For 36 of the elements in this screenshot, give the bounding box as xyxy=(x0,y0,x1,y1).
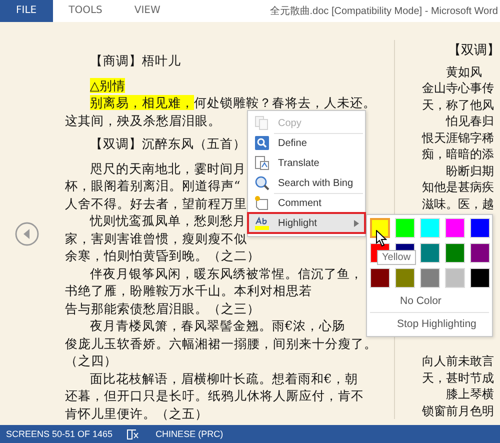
text-line: 怕见春归 xyxy=(444,113,494,130)
window-title: 全元散曲.doc [Compatibility Mode] - Microsoft Word xyxy=(270,4,499,18)
text-line: 夜月青楼凤箫，春风翠髻金翘。雨€浓，心肠 xyxy=(88,317,345,334)
text-line: 恨天涯锦字稀 xyxy=(422,130,494,146)
text-line: 锁窗前月色明 xyxy=(422,402,494,419)
text-line: 这其间，殃及杀愁眉泪眼。 xyxy=(64,112,221,129)
page-count: SCREENS 50-51 OF 1465 xyxy=(6,429,113,439)
text-line: 伴夜月银筝风闲，暖东风绣被常惺。信沉了鱼， xyxy=(88,264,363,282)
text-line: （之四） xyxy=(64,352,117,370)
text-line: 天，称了他风 xyxy=(422,96,494,113)
text-line: 盼断归期 xyxy=(445,162,494,179)
text-line: 咫尺的天南地北，霎时间月 xyxy=(88,160,246,177)
text-line: 告与那能索债愁眉泪眼。（之三） xyxy=(64,300,260,317)
tooltip: Yellow xyxy=(377,250,416,265)
text-line: 滋味。医，越 xyxy=(422,196,494,212)
text-line: 杯，眼阁着别离泪。刚道得声“ xyxy=(64,177,240,194)
text-line: 还暮，但开口只是长吁。纸鸦儿休将人厮应付，肯不 xyxy=(64,387,364,404)
text-line: 【双调】沉醉东风（五首） xyxy=(88,135,246,152)
text-line: 人舍不得。好去者，望前程万里 xyxy=(64,194,247,212)
text-line: 【双调】 xyxy=(447,43,500,60)
text-line: 肯怀儿里便许。（之五） xyxy=(64,404,208,422)
text-line: 向人前未敢言 xyxy=(422,353,494,370)
text-line: 金山寺心事传 xyxy=(422,80,494,96)
text-line: 家，害则害谁曾惯，瘦则瘦不似 xyxy=(64,230,247,247)
text-line: 别离易，相见难，何处锁雕鞍？春将去，人未还。 xyxy=(88,94,376,112)
text-line: 【商调】梧叶儿 xyxy=(88,52,181,70)
text-line: 知他是甚病疾 xyxy=(422,179,494,196)
text-line: 俊庞儿玉软香娇。六幅湘裙一搦腰，间别来十分瘦了。 xyxy=(64,334,377,352)
text-line: 面比花枝解语，眉横柳叶长疏。想着雨和€，朝 xyxy=(88,370,358,387)
text-line: 忧则忧鸾孤凤单，愁则愁月 xyxy=(88,212,246,230)
text-line: 痴，暗暗的添 xyxy=(422,146,494,162)
text-line: 黄如风 xyxy=(445,64,482,80)
text-line: 书绝了雁，盼雕鞍万水千山。本利对相思若 xyxy=(64,282,312,300)
text-line: 膝上琴横 xyxy=(445,386,494,402)
text-line: 余寒，怕则怕黄昏到晚。（之二） xyxy=(64,247,260,264)
text-line: 天，甚时节成 xyxy=(422,370,494,386)
